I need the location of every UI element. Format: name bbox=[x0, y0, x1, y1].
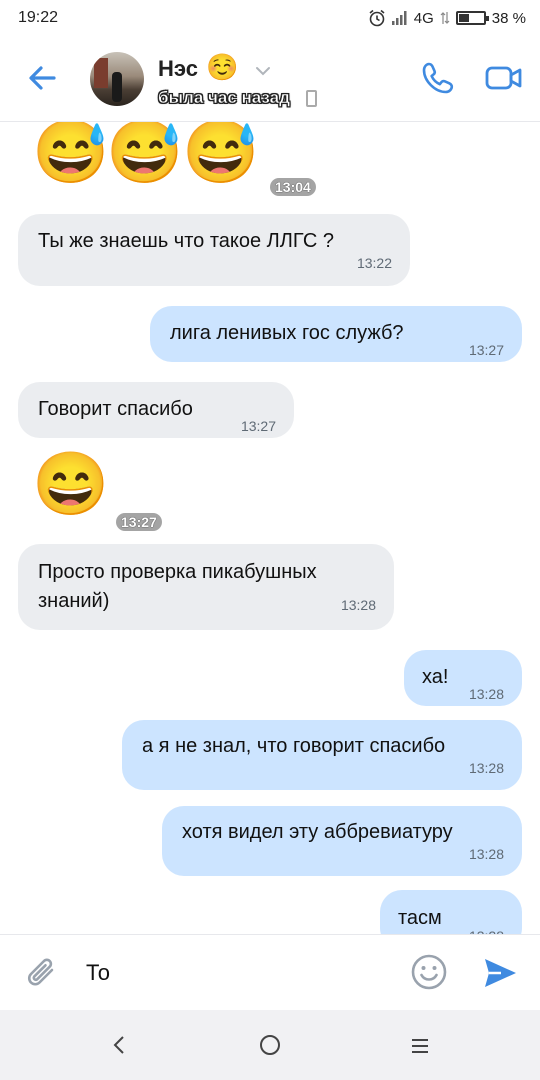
message-text: а я не знал, что говорит спасибо bbox=[142, 735, 446, 757]
message-input[interactable] bbox=[86, 955, 386, 991]
paperclip-icon[interactable] bbox=[24, 953, 62, 993]
nav-menu-icon[interactable] bbox=[411, 1038, 429, 1054]
send-icon[interactable] bbox=[482, 955, 518, 991]
alarm-icon bbox=[369, 9, 385, 27]
outgoing-message[interactable]: лига ленивых гос служб? 13:27 bbox=[150, 306, 522, 362]
message-emoji: 😅 bbox=[106, 122, 184, 187]
status-time: 19:22 bbox=[18, 9, 59, 26]
message-text-line: Просто проверка пикабушных bbox=[38, 561, 317, 583]
outgoing-message[interactable]: а я не знал, что говорит спасибо 13:28 bbox=[122, 720, 522, 790]
message-time: 13:22 bbox=[356, 255, 392, 271]
message-text: Говорит спасибо bbox=[38, 398, 193, 420]
message-text: ха! bbox=[422, 666, 449, 688]
message-emoji: 😅 bbox=[32, 122, 110, 187]
avatar[interactable] bbox=[90, 52, 144, 106]
message-text: хотя видел эту аббревиатуру bbox=[182, 821, 453, 843]
contact-name[interactable]: Нэс bbox=[158, 56, 198, 82]
message-text-line: знаний) bbox=[38, 590, 110, 612]
chevron-down-icon[interactable] bbox=[254, 62, 272, 80]
message-time: 13:27 bbox=[240, 418, 276, 434]
message-time: 13:04 bbox=[270, 178, 316, 196]
battery-text: 38 % bbox=[491, 9, 526, 27]
contact-status: была час назад bbox=[158, 88, 290, 108]
arrow-back-icon[interactable] bbox=[24, 60, 60, 96]
contact-emoji: ☺️ bbox=[206, 52, 239, 82]
message-time: 13:28 bbox=[468, 846, 504, 862]
incoming-message[interactable]: Говорит спасибо 13:27 bbox=[18, 382, 294, 438]
incoming-message[interactable]: Просто проверка пикабушных знаний) 13:28 bbox=[18, 544, 394, 630]
status-icons: 4G 38 % bbox=[368, 9, 526, 27]
message-text: лига ленивых гос служб? bbox=[170, 322, 404, 344]
message-time: 13:28 bbox=[468, 760, 504, 776]
outgoing-message[interactable]: хотя видел эту аббревиатуру 13:28 bbox=[162, 806, 522, 876]
incoming-message[interactable]: Ты же знаешь что такое ЛЛГС ? 13:22 bbox=[18, 214, 410, 286]
phone-icon[interactable] bbox=[420, 60, 456, 96]
outgoing-message[interactable]: ха! 13:28 bbox=[404, 650, 522, 706]
message-list[interactable]: 😅 😅 😅 13:04 Ты же знаешь что такое ЛЛГС … bbox=[0, 122, 540, 934]
message-emoji: 😄 bbox=[32, 450, 110, 519]
battery-icon bbox=[455, 11, 489, 25]
message-time: 13:27 bbox=[116, 513, 162, 531]
network-type: 4G bbox=[413, 9, 434, 27]
status-bar: 19:22 4G 38 % bbox=[0, 0, 540, 36]
chat-header: Нэс ☺️ была час назад bbox=[0, 36, 540, 122]
message-text: тасм bbox=[398, 907, 442, 929]
mobile-icon bbox=[306, 90, 317, 107]
outgoing-message[interactable]: тасм 13:28 bbox=[380, 890, 522, 934]
nav-home-icon[interactable] bbox=[260, 1035, 280, 1055]
data-arrows-icon bbox=[440, 12, 450, 24]
message-time: 13:27 bbox=[468, 342, 504, 358]
message-emoji: 😅 bbox=[182, 122, 260, 187]
signal-icon bbox=[391, 11, 407, 25]
chat-screen: 19:22 4G 38 % Нэс ☺️ была час назад 😅 😅 … bbox=[0, 0, 540, 1080]
video-camera-icon[interactable] bbox=[484, 60, 524, 96]
message-text: Ты же знаешь что такое ЛЛГС ? bbox=[38, 230, 334, 252]
system-nav-bar bbox=[0, 1010, 540, 1080]
message-time: 13:28 bbox=[469, 922, 504, 934]
message-composer bbox=[0, 934, 540, 1010]
message-time: 13:28 bbox=[340, 597, 376, 613]
nav-back-icon[interactable] bbox=[108, 1034, 130, 1056]
smile-icon[interactable] bbox=[410, 953, 448, 991]
message-time: 13:28 bbox=[468, 686, 504, 702]
